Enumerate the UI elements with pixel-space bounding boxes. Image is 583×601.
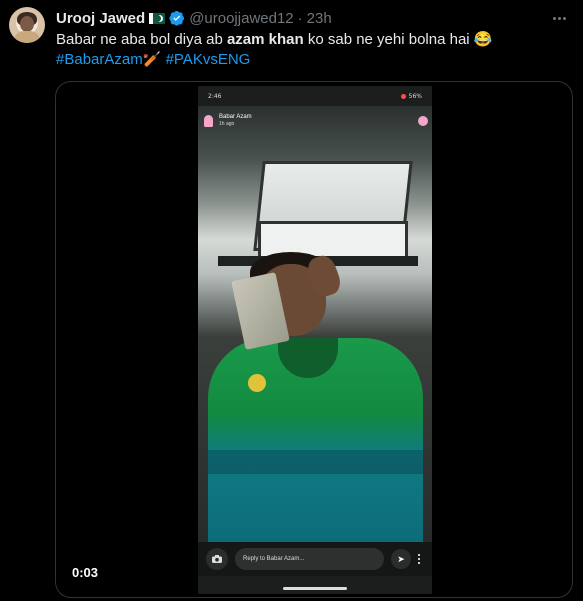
- snapchat-ghost-icon: [204, 114, 213, 127]
- tweet-header: Urooj Jawed @uroojjawed12 · 23h: [56, 8, 332, 28]
- snap-user-info: Babar Azam 1h ago: [204, 114, 252, 127]
- snap-username: Babar Azam: [219, 114, 252, 120]
- snap-reply-bar: Reply to Babar Azam... ➤: [198, 542, 432, 576]
- tweet-text: Babar ne aba bol diya ab azam khan ko sa…: [56, 30, 571, 50]
- tweet-text-start: Babar ne aba bol diya ab: [56, 31, 227, 48]
- tweet-text-bold: azam khan: [226, 31, 304, 48]
- pakistan-flag-icon: [149, 12, 166, 24]
- hashtag-babarazam[interactable]: #BabarAzam🏏: [56, 51, 161, 68]
- avatar[interactable]: [9, 7, 45, 43]
- hashtag-pakvseng[interactable]: #PAKvsENG: [166, 51, 251, 68]
- snap-time: 1h ago: [219, 121, 235, 127]
- phone-home-indicator: [283, 587, 347, 590]
- separator-dot: ·: [297, 9, 303, 27]
- phone-battery: 56%: [408, 92, 422, 100]
- send-icon: ➤: [391, 549, 411, 569]
- author-name[interactable]: Urooj Jawed: [56, 10, 145, 27]
- hashtags: #BabarAzam🏏 #PAKvsENG: [56, 50, 250, 70]
- video-duration: 0:03: [67, 563, 104, 582]
- phone-time: 2:46: [208, 92, 222, 100]
- camera-icon: [206, 548, 228, 570]
- video-frame: 2:46 56% Babar Azam 1h ago Reply to Baba…: [198, 86, 432, 594]
- snap-reply-input: Reply to Babar Azam...: [235, 548, 384, 570]
- video-scene: [198, 106, 432, 553]
- verified-badge-icon: [169, 11, 185, 26]
- snap-profile-icon: [418, 116, 428, 126]
- author-handle[interactable]: @uroojjawed12: [189, 10, 293, 27]
- tweet-text-end: ko sab ne yehi bolna hai 😂: [303, 31, 493, 48]
- recording-icon: [400, 93, 406, 99]
- video-player[interactable]: 2:46 56% Babar Azam 1h ago Reply to Baba…: [55, 81, 573, 598]
- more-dots-icon: [418, 554, 424, 564]
- tweet[interactable]: Urooj Jawed @uroojjawed12 · 23h Babar ne…: [0, 0, 583, 601]
- phone-status-bar: 2:46 56%: [198, 86, 432, 106]
- more-options-icon[interactable]: [549, 8, 569, 28]
- tweet-time[interactable]: 23h: [307, 10, 332, 27]
